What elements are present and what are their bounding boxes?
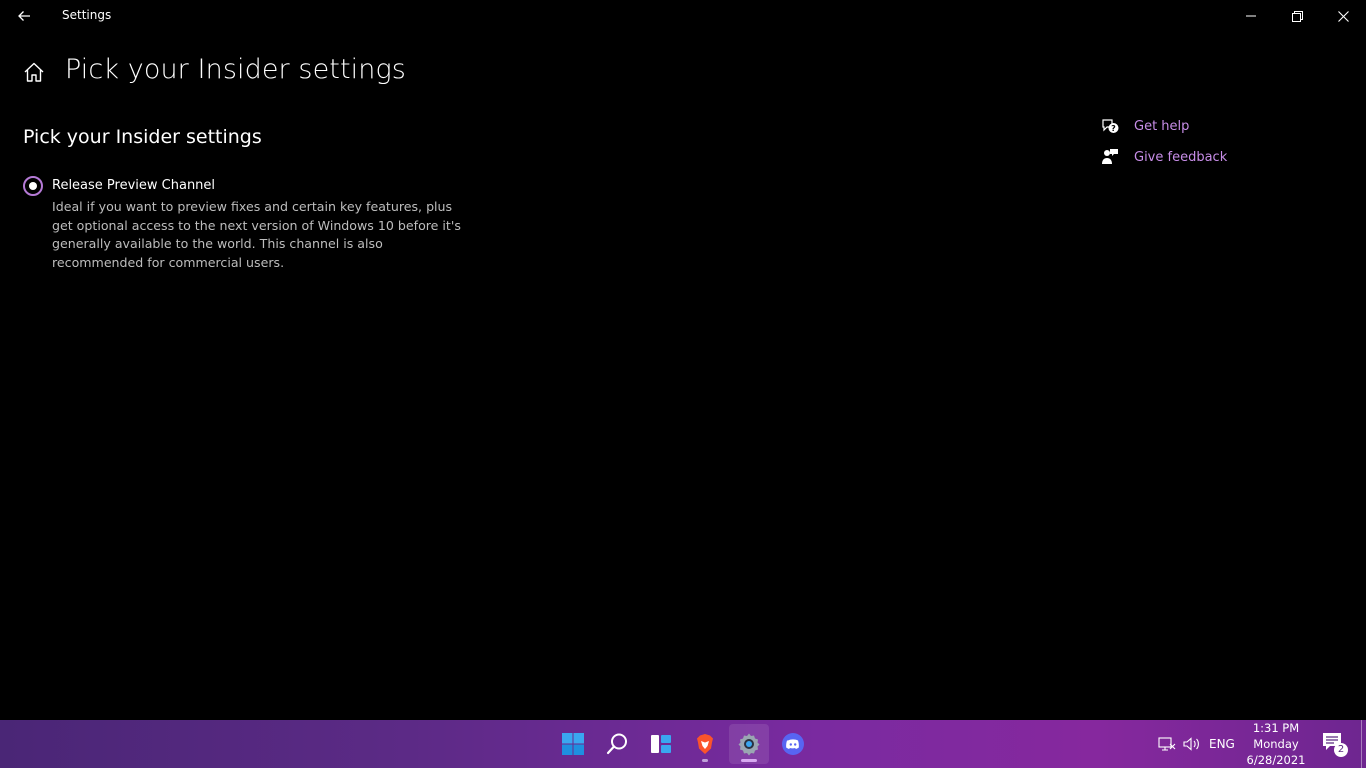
start-button[interactable] [553, 724, 593, 764]
brave-browser-button[interactable] [685, 724, 725, 764]
close-button[interactable] [1320, 0, 1366, 32]
page-title: Pick your Insider settings [65, 54, 406, 85]
network-button[interactable] [1158, 720, 1176, 768]
channel-description: Ideal if you want to preview fixes and c… [52, 199, 461, 270]
brave-browser-icon [697, 734, 713, 754]
clock[interactable]: 1:31 PM Monday 6/28/2021 [1244, 720, 1308, 768]
clock-day: Monday [1253, 737, 1299, 751]
give-feedback-label: Give feedback [1134, 149, 1228, 165]
home-button[interactable] [22, 60, 46, 84]
taskbar: ENG 1:31 PM Monday 6/28/2021 [0, 720, 1366, 768]
back-button[interactable] [8, 0, 40, 32]
restore-icon [1291, 10, 1303, 22]
volume-icon [1183, 737, 1199, 751]
minimize-icon [1246, 15, 1256, 17]
search-icon [606, 733, 627, 755]
settings-gear-icon [738, 733, 760, 756]
restore-button[interactable] [1274, 0, 1320, 32]
minimize-button[interactable] [1228, 0, 1274, 32]
home-icon [24, 62, 44, 82]
settings-taskbar-button[interactable] [729, 724, 769, 764]
discord-button[interactable] [773, 724, 813, 764]
notification-count-badge: 2 [1334, 743, 1348, 757]
back-arrow-icon [18, 11, 30, 21]
radio-button-selected[interactable] [23, 176, 43, 196]
start-icon [562, 733, 584, 755]
title-bar: Settings [0, 0, 1366, 32]
show-desktop-button[interactable] [1361, 720, 1362, 768]
section-title: Pick your Insider settings [23, 126, 262, 148]
volume-button[interactable] [1183, 720, 1201, 768]
get-help-icon: ? [1102, 119, 1119, 133]
network-icon [1158, 737, 1176, 751]
running-indicator [702, 759, 708, 762]
give-feedback-link[interactable]: Give feedback [1100, 147, 1227, 167]
widgets-button[interactable] [641, 724, 681, 764]
svg-text:?: ? [1111, 124, 1116, 133]
app-title: Settings [62, 8, 112, 22]
language-indicator[interactable]: ENG [1209, 720, 1235, 768]
get-help-label: Get help [1134, 118, 1190, 134]
discord-icon [782, 733, 804, 755]
search-button[interactable] [597, 724, 637, 764]
feedback-icon [1102, 149, 1118, 164]
get-help-link[interactable]: ? Get help [1100, 116, 1189, 136]
channel-label: Release Preview Channel [52, 178, 216, 193]
clock-time: 1:31 PM [1252, 721, 1300, 735]
clock-date: 6/28/2021 [1246, 753, 1306, 767]
active-indicator [741, 759, 757, 762]
close-icon [1337, 10, 1349, 22]
widgets-icon [651, 735, 671, 753]
